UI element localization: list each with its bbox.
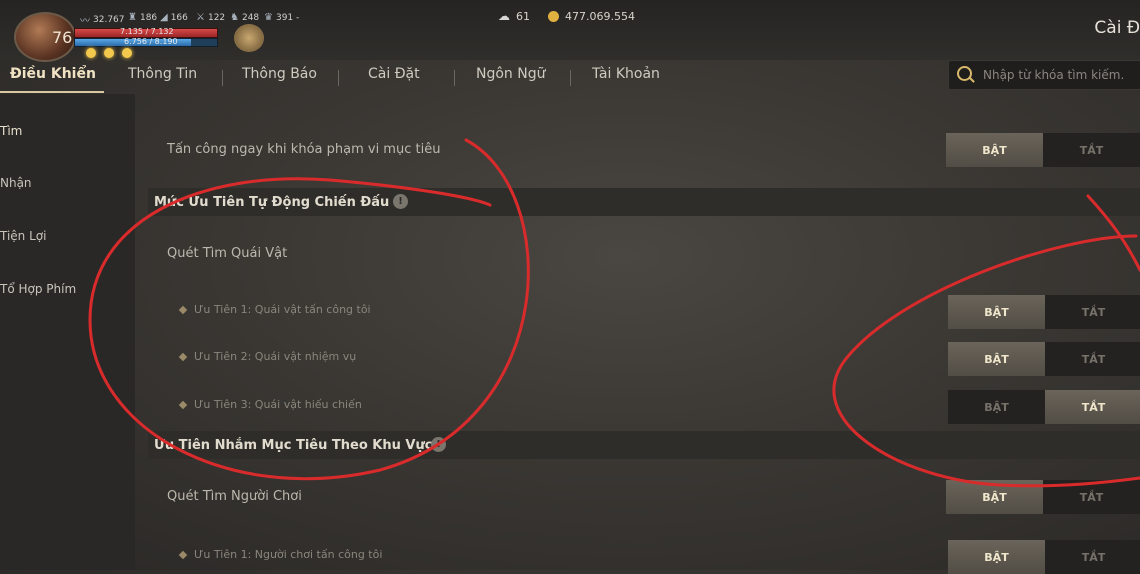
toggle-on-button[interactable]: BẬT: [946, 133, 1043, 167]
sidebar-item-search[interactable]: Tìm: [0, 124, 22, 138]
tab-divider: [570, 70, 571, 86]
toggle-off-button[interactable]: TẮT: [1043, 133, 1140, 167]
sword-icon: ⚔: [196, 12, 205, 23]
gem-count: 61: [516, 9, 530, 23]
tab-divider: [222, 70, 223, 86]
priority-2-monster-label: Ưu Tiên 2: Quái vật nhiệm vụ: [178, 350, 356, 363]
settings-sidebar: Tìm Nhận Tiện Lợi Tổ Hợp Phím: [0, 94, 135, 570]
scan-players-label: Quét Tìm Người Chơi: [167, 489, 302, 504]
priority-3-monster-toggle: BẬT TẮT: [948, 390, 1140, 424]
stat-defense: ◢ 166: [160, 12, 188, 23]
priority-2-monster-toggle: BẬT TẮT: [948, 342, 1140, 376]
horse-icon: ♞: [230, 12, 239, 23]
tab-language[interactable]: Ngôn Ngữ: [476, 66, 545, 82]
diamond-bullet-icon: [178, 400, 188, 410]
setting-attack-on-lock-label: Tấn công ngay khi khóa phạm vi mục tiêu: [167, 142, 441, 157]
tab-notifications[interactable]: Thông Báo: [242, 66, 317, 82]
stat-speed: ♞ 248: [230, 12, 260, 23]
tab-divider: [454, 70, 455, 86]
priority-1-player-label: Ưu Tiên 1: Người chơi tấn công tôi: [178, 548, 382, 561]
toggle-on-button[interactable]: BẬT: [948, 540, 1045, 574]
priority-3-monster-label: Ưu Tiên 3: Quái vật hiếu chiến: [178, 398, 362, 411]
sidebar-item-pickup[interactable]: Nhận: [0, 176, 32, 190]
page-title: Cài Đ: [1094, 18, 1140, 38]
wing-icon: 〰: [80, 16, 90, 27]
section-title: Mức Ưu Tiên Tự Động Chiến Đấu: [154, 195, 390, 210]
section-area-target-priority: Ưu Tiên Nhắm Mục Tiêu Theo Khu Vực !: [148, 431, 1140, 459]
hp-text: 7.135 / 7.132: [120, 27, 174, 36]
diamond-bullet-icon: [178, 305, 188, 315]
star-icon: [104, 48, 114, 58]
attack-on-lock-toggle: BẬT TẮT: [946, 133, 1140, 167]
tower-icon: ♜: [128, 12, 137, 23]
search-icon: [957, 66, 972, 81]
top-status-bar: 76 〰 32.767 ♜ 186 ◢ 166 ⚔ 122 ♞ 248 ♛ 391 - 7.…: [0, 0, 1140, 62]
toggle-off-button[interactable]: TẮT: [1045, 342, 1140, 376]
toggle-off-button[interactable]: TẮT: [1045, 540, 1140, 574]
gold-coin-icon: [548, 10, 559, 22]
tab-settings[interactable]: Cài Đặt: [368, 66, 420, 82]
scan-players-toggle: BẬT TẮT: [946, 480, 1140, 514]
toggle-off-button[interactable]: TẮT: [1045, 295, 1140, 329]
character-level: 76: [52, 28, 73, 47]
sidebar-item-hotkeys[interactable]: Tổ Hợp Phím: [0, 282, 76, 296]
search-box[interactable]: [948, 60, 1140, 90]
section-title: Ưu Tiên Nhắm Mục Tiêu Theo Khu Vực: [154, 438, 433, 453]
toggle-on-button[interactable]: BẬT: [948, 342, 1045, 376]
stat-attack: ♜ 186: [128, 12, 158, 23]
star-icon: [122, 48, 132, 58]
diamond-bullet-icon: [178, 550, 188, 560]
stat-trophy: ♛ 391 -: [264, 12, 300, 23]
tab-info[interactable]: Thông Tin: [128, 66, 197, 82]
gold-count: 477.069.554: [565, 9, 635, 23]
diamond-bullet-icon: [178, 352, 188, 362]
info-icon[interactable]: !: [431, 437, 446, 452]
toggle-on-button[interactable]: BẬT: [946, 480, 1043, 514]
toggle-on-button[interactable]: BẬT: [948, 390, 1045, 424]
priority-1-player-toggle: BẬT TẮT: [948, 540, 1140, 574]
active-tab-indicator: [0, 91, 104, 93]
tab-account[interactable]: Tài Khoản: [592, 66, 660, 82]
stat-combat-power: 〰 32.767: [80, 12, 125, 28]
currency-display: ☁ 61 477.069.554: [498, 9, 635, 23]
search-input[interactable]: [981, 67, 1140, 83]
guild-emblem-icon[interactable]: [234, 24, 264, 52]
settings-tabs: Điều Khiển Thông Tin Thông Báo Cài Đặt N…: [0, 60, 940, 94]
star-icon: [86, 48, 96, 58]
toggle-off-button[interactable]: TẮT: [1045, 390, 1140, 424]
toggle-on-button[interactable]: BẬT: [948, 295, 1045, 329]
boot-icon: ◢: [160, 12, 168, 23]
priority-1-monster-toggle: BẬT TẮT: [948, 295, 1140, 329]
section-auto-combat-priority: Mức Ưu Tiên Tự Động Chiến Đấu !: [148, 188, 1140, 216]
sidebar-item-convenience[interactable]: Tiện Lợi: [0, 229, 46, 243]
info-icon[interactable]: !: [393, 194, 408, 209]
toggle-off-button[interactable]: TẮT: [1043, 480, 1140, 514]
tab-divider: [338, 70, 339, 86]
priority-1-monster-label: Ưu Tiên 1: Quái vật tấn công tôi: [178, 303, 371, 316]
mp-text: 6.756 / 8.190: [124, 37, 178, 46]
stat-sword: ⚔ 122: [196, 12, 226, 23]
tab-control[interactable]: Điều Khiển: [10, 66, 96, 82]
gem-icon: ☁: [498, 9, 510, 23]
trophy-icon: ♛: [264, 12, 273, 23]
scan-monsters-label: Quét Tìm Quái Vật: [167, 246, 288, 261]
